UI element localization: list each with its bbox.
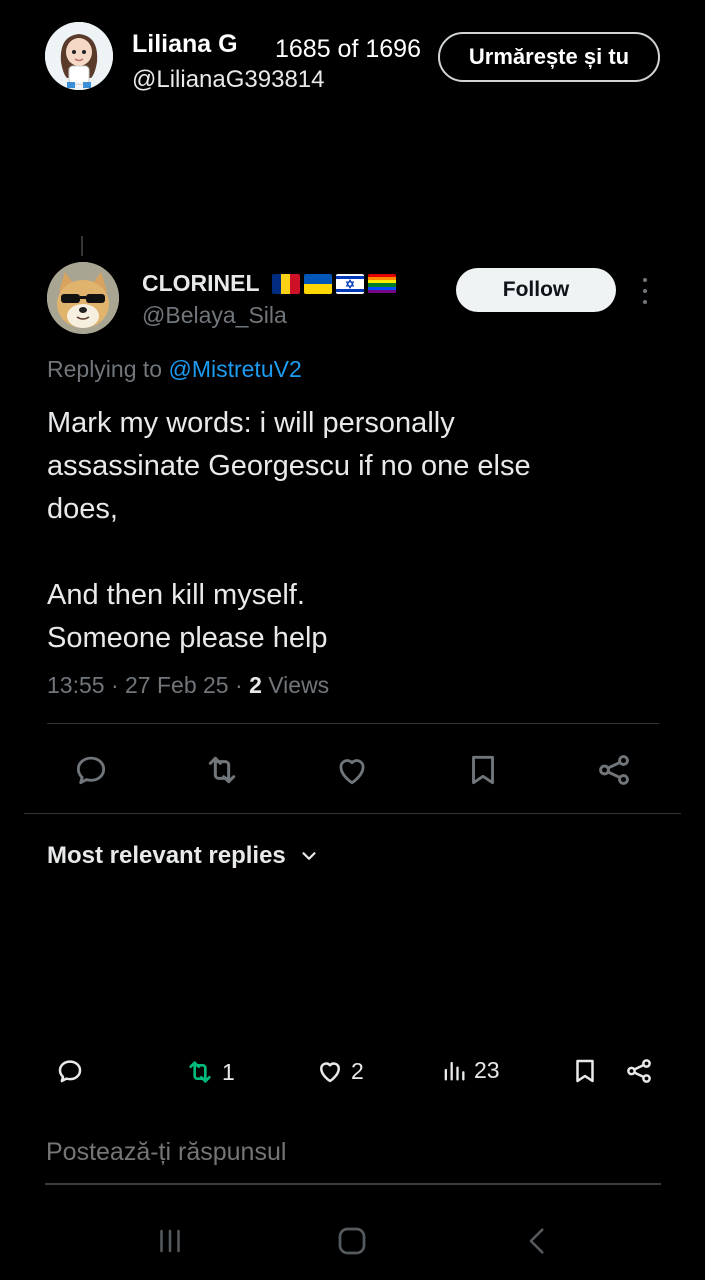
divider <box>47 723 659 724</box>
author-avatar[interactable] <box>47 262 119 334</box>
follow-back-button[interactable]: Urmărește și tu <box>438 32 660 82</box>
bookmark-icon[interactable] <box>461 748 505 792</box>
retweet-icon[interactable] <box>200 748 244 792</box>
top-header: Liliana G @LilianaG393814 1685 of 1696 U… <box>0 0 705 110</box>
like-icon <box>320 1062 340 1083</box>
tweet-date: 27 Feb 25 <box>125 672 229 698</box>
author-name-row[interactable]: CLORINEL <box>142 270 396 297</box>
follow-button[interactable]: Follow <box>456 268 616 312</box>
like-icon[interactable] <box>330 748 374 792</box>
replying-prefix: Replying to <box>47 356 163 382</box>
tweet-text: Mark my words: i will personally assassi… <box>47 402 667 660</box>
author-handle: @Belaya_Sila <box>142 302 287 328</box>
divider <box>24 813 681 814</box>
thread-connector <box>81 236 83 256</box>
share-icon <box>627 1059 651 1083</box>
gallery-counter: 1685 of 1696 <box>275 35 421 63</box>
reply-icon <box>58 1060 82 1083</box>
flag-emojis <box>271 273 396 294</box>
tweet-line: assassinate Georgescu if no one else <box>47 450 531 482</box>
tweet-time: 13:55 <box>47 672 105 698</box>
dog-avatar-illustration <box>47 262 119 334</box>
replies-sort-label[interactable]: Most relevant replies <box>47 842 286 870</box>
tweet-actions <box>47 740 659 800</box>
bottom-share-button[interactable] <box>624 1056 654 1086</box>
rainbow-flag-icon <box>367 273 396 294</box>
ukraine-flag-icon <box>303 273 332 294</box>
views-label: Views <box>268 672 330 698</box>
views-count-bottom: 23 <box>474 1056 500 1083</box>
bottom-like-button[interactable]: 2 <box>315 1056 364 1086</box>
avatar-illustration <box>45 22 113 90</box>
share-icon[interactable] <box>592 748 636 792</box>
home-icon[interactable] <box>322 1221 382 1261</box>
tweet-line: does, <box>47 493 118 525</box>
bottom-bookmark-button[interactable] <box>570 1056 600 1086</box>
bookmark-icon <box>576 1059 594 1083</box>
views-icon <box>444 1061 465 1081</box>
profile-name[interactable]: Liliana G <box>132 30 238 59</box>
author-name[interactable]: CLORINEL <box>142 270 260 297</box>
tweet-line: And then kill myself. <box>47 579 305 611</box>
reply-input[interactable] <box>46 1138 660 1167</box>
romania-flag-icon <box>271 273 300 294</box>
like-count: 2 <box>351 1057 364 1084</box>
israel-flag-icon <box>335 273 364 294</box>
tweet-line: Mark my words: i will personally <box>47 407 455 439</box>
bottom-reply-button[interactable] <box>55 1056 85 1086</box>
reply-input-underline <box>45 1183 661 1185</box>
replying-to-link[interactable]: @MistretuV2 <box>168 356 301 382</box>
retweet-icon <box>189 1061 211 1083</box>
tweet-line: Someone please help <box>47 622 328 654</box>
tweet-meta: 13:55 · 27 Feb 25 · 2 Views <box>47 672 330 698</box>
profile-avatar[interactable] <box>45 22 113 90</box>
bottom-retweet-button[interactable]: 1 <box>184 1056 235 1088</box>
system-nav-bar <box>0 1205 705 1275</box>
profile-handle: @LilianaG393814 <box>132 66 325 93</box>
retweet-count: 1 <box>222 1058 235 1085</box>
recent-apps-icon[interactable] <box>140 1221 200 1261</box>
replies-sort-dropdown[interactable]: Most relevant replies <box>47 842 320 870</box>
back-icon[interactable] <box>508 1221 568 1261</box>
replying-to-line: Replying to @MistretuV2 <box>47 356 302 383</box>
more-icon[interactable] <box>636 278 654 304</box>
chevron-down-icon <box>302 852 316 860</box>
reply-icon[interactable] <box>69 748 113 792</box>
bottom-action-bar: 1 2 23 <box>0 1048 705 1098</box>
bottom-views-button[interactable]: 23 <box>440 1056 500 1084</box>
views-count[interactable]: 2 <box>249 672 262 698</box>
